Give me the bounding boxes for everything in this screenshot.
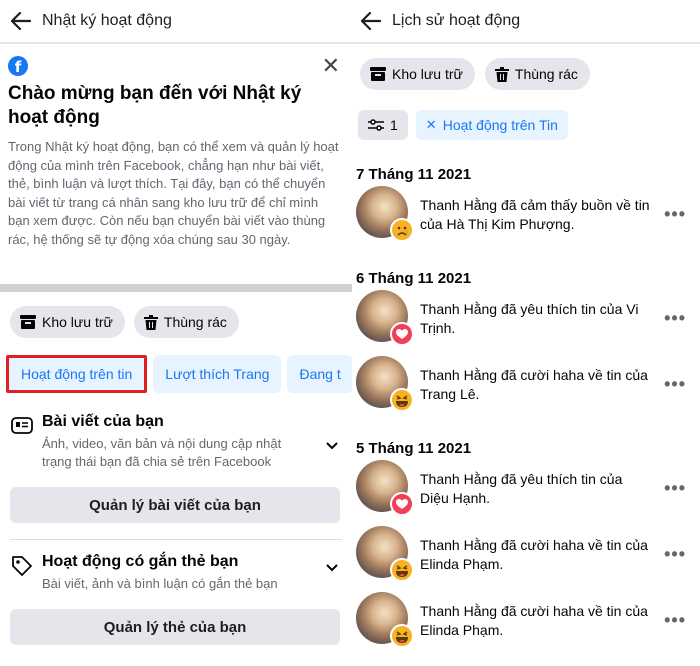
haha-reaction-icon (390, 558, 414, 582)
trash-icon (143, 314, 158, 330)
archive-icon (20, 315, 36, 329)
archive-button[interactable]: Kho lưu trữ (10, 306, 125, 338)
left-chip-row: Kho lưu trữ Thùng rác (0, 292, 352, 348)
avatar (356, 186, 414, 242)
more-options-icon[interactable]: ••• (664, 204, 686, 225)
posts-icon (11, 417, 33, 434)
sad-reaction-icon (390, 218, 414, 242)
archive-icon (370, 67, 386, 81)
tag-icon (12, 556, 32, 576)
avatar (356, 460, 414, 516)
avatar (356, 592, 414, 648)
page-title: Nhật ký hoạt động (42, 12, 172, 29)
activity-history-header: Lịch sử hoạt động (352, 0, 700, 42)
welcome-title: Chào mừng bạn đến với Nhật ký hoạt động (8, 83, 302, 128)
archive-label: Kho lưu trữ (392, 66, 463, 82)
tab-partial[interactable]: Đang t (287, 355, 352, 393)
chevron-down-icon[interactable] (326, 442, 338, 450)
section-divider (0, 284, 352, 292)
trash-label: Thùng rác (163, 314, 227, 330)
active-filter-chip[interactable]: ✕ Hoạt động trên Tin (415, 110, 568, 140)
your-posts-section: Bài viết của bạn Ảnh, video, văn bản và … (0, 400, 352, 523)
more-options-icon[interactable]: ••• (664, 374, 686, 395)
tagged-activity-section: Hoạt động có gắn thẻ bạn Bài viết, ảnh v… (0, 540, 352, 645)
haha-reaction-icon (390, 624, 414, 648)
back-arrow-icon[interactable] (10, 10, 32, 32)
filter-row: 1 ✕ Hoạt động trên Tin (352, 102, 700, 148)
activity-item[interactable]: Thanh Hằng đã cười haha về tin của Trang… (352, 356, 700, 422)
tab-story-activity[interactable]: Hoạt động trên tin (6, 355, 148, 393)
your-posts-title: Bài viết của bạn (42, 413, 164, 430)
date-heading: 5 Tháng 11 2021 (356, 440, 472, 457)
activity-item[interactable]: Thanh Hằng đã yêu thích tin của Vi Trịnh… (352, 290, 700, 356)
activity-log-header: Nhật ký hoạt động (0, 0, 352, 42)
welcome-card: f ✕ Chào mừng bạn đến với Nhật ký hoạt đ… (0, 44, 352, 284)
more-options-icon[interactable]: ••• (664, 308, 686, 329)
more-options-icon[interactable]: ••• (664, 544, 686, 565)
activity-text: Thanh Hằng đã cười haha về tin của Trang… (420, 367, 648, 402)
filter-count: 1 (390, 117, 398, 133)
activity-text: Thanh Hằng đã cười haha về tin của Elind… (420, 537, 648, 572)
facebook-logo-icon: f (8, 56, 28, 76)
trash-icon (494, 66, 509, 82)
manage-tags-button[interactable]: Quản lý thẻ của bạn (10, 609, 340, 645)
love-reaction-icon (390, 492, 414, 516)
more-options-icon[interactable]: ••• (664, 610, 686, 631)
tagged-activity-subtitle: Bài viết, ảnh và bình luận có gắn thẻ bạ… (42, 576, 278, 591)
filter-label: Hoạt động trên Tin (442, 117, 558, 133)
your-posts-subtitle: Ảnh, video, văn bản và nội dung cập nhật… (42, 436, 282, 469)
archive-label: Kho lưu trữ (42, 314, 113, 330)
activity-item[interactable]: Thanh Hằng đã cười haha về tin của Elind… (352, 592, 700, 658)
love-reaction-icon (390, 322, 414, 346)
remove-filter-icon[interactable]: ✕ (426, 118, 437, 133)
activity-history-panel: Lịch sử hoạt động Kho lưu trữ Thùng rác … (352, 0, 700, 666)
activity-item[interactable]: Thanh Hằng đã yêu thích tin của Diệu Hạn… (352, 460, 700, 526)
date-heading: 7 Tháng 11 2021 (356, 166, 472, 183)
right-chip-row: Kho lưu trữ Thùng rác (352, 44, 700, 102)
filter-button[interactable]: 1 (358, 110, 408, 140)
welcome-body: Trong Nhật ký hoạt động, bạn có thể xem … (8, 139, 339, 247)
activity-text: Thanh Hằng đã cười haha về tin của Elind… (420, 603, 648, 638)
activity-text: Thanh Hằng đã cảm thấy buồn về tin của H… (420, 197, 650, 232)
tab-page-likes[interactable]: Lượt thích Trang (153, 355, 282, 393)
activity-log-panel: Nhật ký hoạt động f ✕ Chào mừng bạn đến … (0, 0, 352, 666)
activity-item[interactable]: Thanh Hằng đã cảm thấy buồn về tin của H… (352, 186, 700, 252)
activity-item[interactable]: Thanh Hằng đã cười haha về tin của Elind… (352, 526, 700, 592)
avatar (356, 526, 414, 582)
page-title: Lịch sử hoạt động (392, 12, 521, 29)
trash-button[interactable]: Thùng rác (133, 306, 239, 338)
archive-button[interactable]: Kho lưu trữ (360, 58, 475, 90)
sliders-icon (368, 119, 384, 131)
activity-tabs: Hoạt động trên tin Lượt thích Trang Đang t (0, 348, 352, 400)
manage-posts-button[interactable]: Quản lý bài viết của bạn (10, 487, 340, 523)
close-icon[interactable]: ✕ (322, 56, 340, 78)
activity-text: Thanh Hằng đã yêu thích tin của Vi Trịnh… (420, 301, 639, 336)
avatar (356, 356, 414, 412)
avatar (356, 290, 414, 346)
haha-reaction-icon (390, 388, 414, 412)
activity-list: 7 Tháng 11 2021 Thanh Hằng đã cảm thấy bu… (352, 148, 700, 658)
date-heading: 6 Tháng 11 2021 (356, 270, 472, 287)
trash-label: Thùng rác (514, 66, 578, 82)
chevron-down-icon[interactable] (326, 564, 338, 572)
tagged-activity-title: Hoạt động có gắn thẻ bạn (42, 553, 239, 570)
back-arrow-icon[interactable] (360, 10, 382, 32)
activity-text: Thanh Hằng đã yêu thích tin của Diệu Hạn… (420, 471, 623, 506)
more-options-icon[interactable]: ••• (664, 478, 686, 499)
trash-button[interactable]: Thùng rác (484, 58, 590, 90)
